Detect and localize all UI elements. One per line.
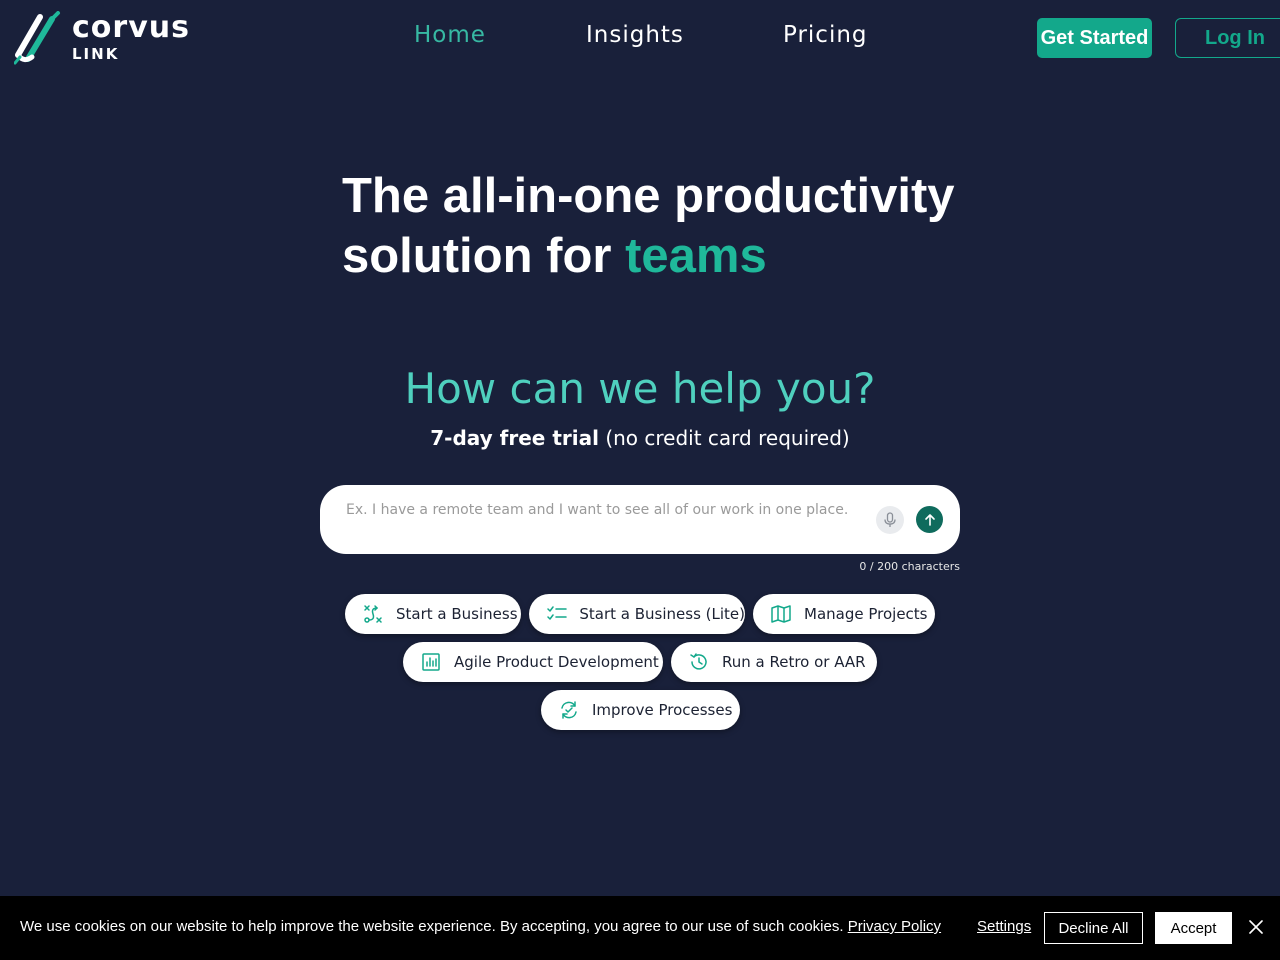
chip-label: Run a Retro or AAR [722,653,866,671]
trial-note-bold: 7-day free trial [430,426,599,450]
chip-label: Start a Business (Lite) [579,605,745,623]
cookie-message-text: We use cookies on our website to help im… [20,918,848,935]
send-button[interactable] [916,506,943,533]
hero-title-line2: solution for [342,229,626,283]
arrow-up-icon [924,513,935,526]
hero-title-line1: The all-in-one productivity [342,169,955,223]
get-started-button[interactable]: Get Started [1037,18,1152,58]
trial-note-rest: (no credit card required) [598,426,850,450]
trial-note: 7-day free trial (no credit card require… [0,426,1280,450]
decline-all-button[interactable]: Decline All [1044,912,1143,944]
route-icon [362,603,384,625]
chip-run-a-retro-or-aar[interactable]: Run a Retro or AAR [671,642,877,682]
microphone-button[interactable] [876,506,904,534]
hero-title: The all-in-one productivity solution for… [342,166,982,286]
hero-title-accent: teams [625,229,767,283]
checklist-icon [546,603,567,625]
logo-subname: LINK [72,45,120,63]
chip-label: Manage Projects [804,605,928,623]
history-icon [688,651,710,673]
logo-text: corvus LINK [72,10,190,64]
help-heading: How can we help you? [404,364,876,413]
nav-insights-link[interactable]: Insights [586,22,684,48]
chip-start-a-business-lite[interactable]: Start a Business (Lite) [529,594,745,634]
cookie-message: We use cookies on our website to help im… [20,918,941,935]
prompt-input[interactable] [346,495,866,525]
bar-chart-icon [420,651,442,673]
site-header: corvus LINK Home Insights Pricing Get St… [0,0,1280,80]
microphone-icon [884,512,896,527]
privacy-policy-link[interactable]: Privacy Policy [848,918,941,935]
logo-name: corvus [72,10,190,45]
prompt-box [320,485,960,554]
close-icon [1249,920,1263,934]
corvus-link-logo[interactable]: corvus LINK [14,10,214,66]
chip-start-a-business[interactable]: Start a Business [345,594,521,634]
chip-manage-projects[interactable]: Manage Projects [753,594,935,634]
chip-agile-product-development[interactable]: Agile Product Development [403,642,663,682]
nav-pricing-link[interactable]: Pricing [783,22,868,48]
log-in-button[interactable]: Log In [1175,18,1280,58]
chip-label: Start a Business [396,605,518,623]
character-counter: 0 / 200 characters [859,560,960,573]
accept-button[interactable]: Accept [1155,912,1232,944]
logo-mark-icon [14,11,60,65]
chip-improve-processes[interactable]: Improve Processes [541,690,740,730]
cookie-banner: We use cookies on our website to help im… [0,896,1280,960]
cookie-settings-link[interactable]: Settings [977,918,1031,935]
chip-label: Improve Processes [592,701,733,719]
refresh-check-icon [558,699,580,721]
cookie-close-button[interactable] [1246,917,1266,937]
nav-home-link[interactable]: Home [414,22,486,48]
map-icon [770,603,792,625]
chip-label: Agile Product Development [454,653,659,671]
